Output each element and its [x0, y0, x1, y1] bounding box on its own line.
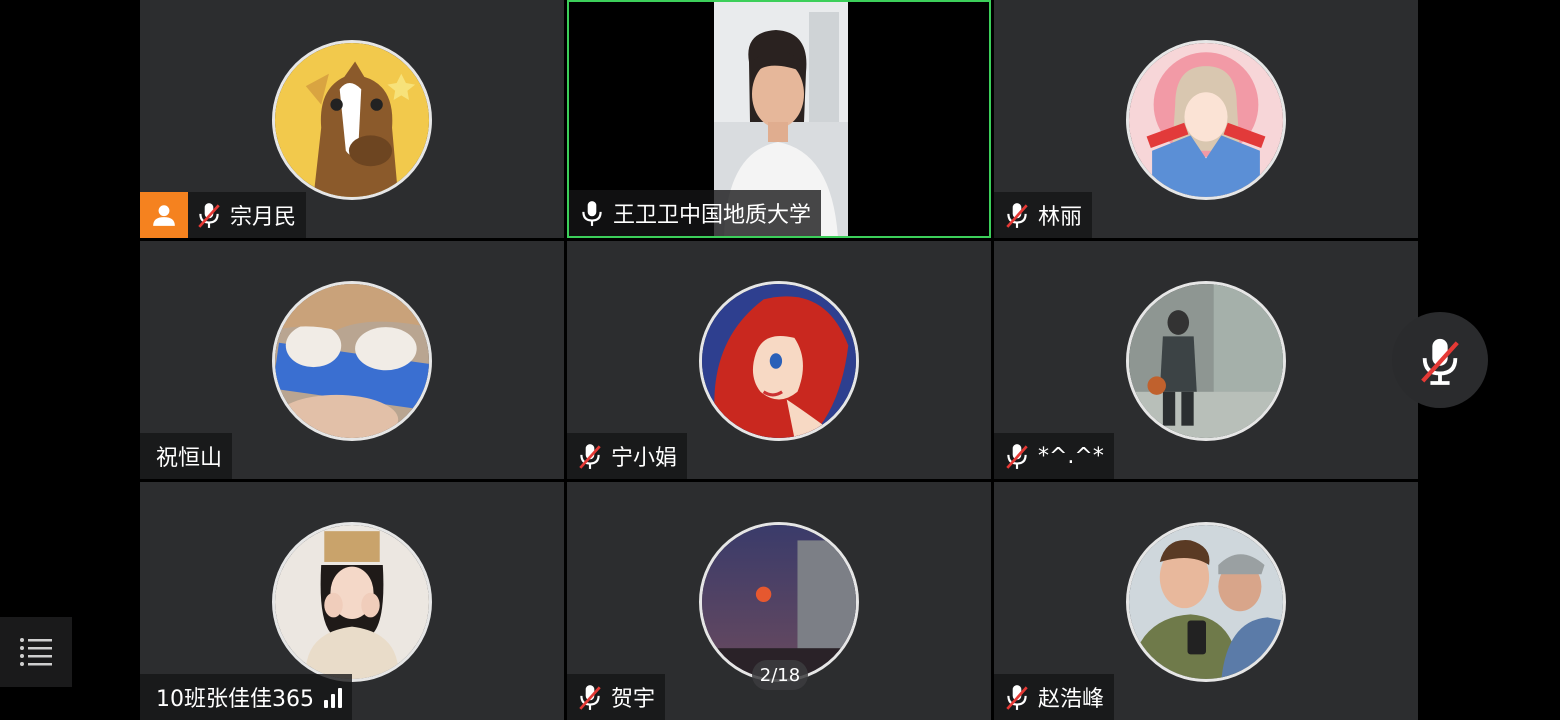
name-tag: 祝恒山 — [140, 433, 233, 479]
mic-muted-icon — [1004, 201, 1030, 229]
participant-tile[interactable]: 林丽 — [994, 0, 1418, 238]
page-indicator: 2/18 — [752, 660, 808, 690]
participant-name: *^.^* — [1038, 443, 1104, 469]
mic-icon — [579, 199, 605, 227]
girl-with-hat-avatar — [272, 522, 432, 682]
name-tag: 10班张佳佳365 — [140, 674, 352, 720]
name-tag: 宁小娟 — [567, 433, 688, 479]
meeting-stage: 宗月民 王卫卫中国地质大学 林丽 祝恒山 宁小娟 *^.^* 10班张佳佳365… — [0, 0, 1560, 720]
participant-name: 祝恒山 — [156, 446, 223, 471]
menu-list-icon — [20, 638, 52, 666]
participant-grid: 宗月民 王卫卫中国地质大学 林丽 祝恒山 宁小娟 *^.^* 10班张佳佳365… — [140, 0, 1420, 720]
name-tag: 宗月民 — [140, 192, 307, 238]
name-tag: 赵浩峰 — [994, 674, 1115, 720]
participant-name: 林丽 — [1038, 205, 1083, 230]
mic-muted-icon — [577, 442, 603, 470]
participant-name: 王卫卫中国地质大学 — [613, 203, 812, 228]
mic-muted-icon — [577, 683, 603, 711]
participant-tile[interactable]: 宗月民 — [140, 0, 564, 238]
cat-paws-avatar — [272, 281, 432, 441]
floating-mic-button[interactable] — [1392, 312, 1488, 408]
name-tag: 王卫卫中国地质大学 — [569, 190, 822, 236]
participant-tile[interactable]: 赵浩峰 — [994, 482, 1418, 720]
mermaid-avatar — [699, 281, 859, 441]
participant-name: 宁小娟 — [611, 446, 678, 471]
cartoon-horse-avatar — [272, 40, 432, 200]
participant-tile[interactable]: 10班张佳佳365 — [140, 482, 564, 720]
signal-bars-icon — [324, 686, 342, 708]
participant-tile[interactable]: 宁小娟 — [567, 241, 991, 479]
mic-muted-icon — [1004, 683, 1030, 711]
name-tag: 贺宇 — [567, 674, 666, 720]
participant-name: 赵浩峰 — [1038, 687, 1105, 712]
participant-name: 贺宇 — [611, 687, 656, 712]
menu-button[interactable] — [0, 617, 72, 687]
participant-name: 10班张佳佳365 — [156, 687, 314, 712]
mic-muted-icon — [1004, 442, 1030, 470]
sunset-moon-avatar — [699, 522, 859, 682]
anime-girl-avatar — [1126, 40, 1286, 200]
winter-figure-avatar — [1126, 281, 1286, 441]
name-tag: *^.^* — [994, 433, 1114, 479]
participant-name: 宗月民 — [230, 205, 297, 230]
participant-tile[interactable]: 祝恒山 — [140, 241, 564, 479]
participant-tile[interactable]: *^.^* — [994, 241, 1418, 479]
name-tag: 林丽 — [994, 192, 1093, 238]
mic-muted-icon — [1421, 338, 1459, 385]
host-badge-icon — [140, 192, 188, 238]
mic-muted-icon — [196, 201, 222, 229]
participant-tile-active-speaker[interactable]: 王卫卫中国地质大学 — [567, 0, 991, 238]
two-men-avatar — [1126, 522, 1286, 682]
